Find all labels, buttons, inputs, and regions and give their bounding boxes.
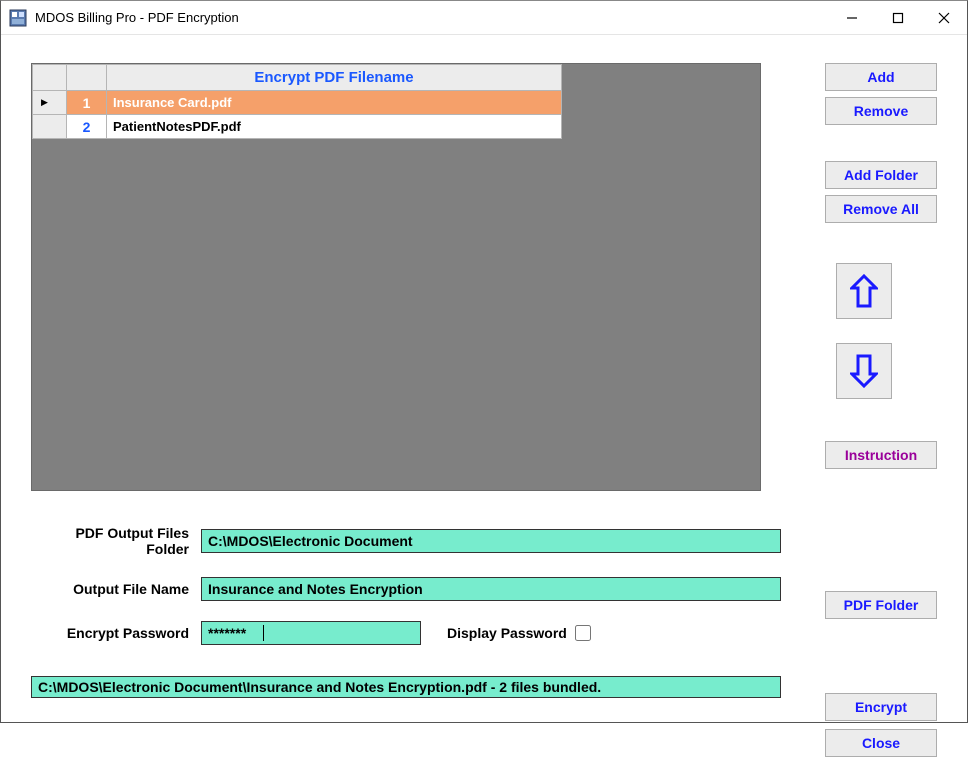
row-marker-icon xyxy=(33,115,67,139)
remove-button[interactable]: Remove xyxy=(825,97,937,125)
app-icon xyxy=(9,9,27,27)
close-button[interactable]: Close xyxy=(825,729,937,757)
minimize-button[interactable] xyxy=(829,1,875,34)
output-folder-field[interactable]: C:\MDOS\Electronic Document xyxy=(201,529,781,553)
grid-header-marker xyxy=(33,65,67,91)
file-grid[interactable]: Encrypt PDF Filename 1 Insurance Card.pd… xyxy=(31,63,761,491)
row-num: 2 xyxy=(67,115,107,139)
move-up-button[interactable] xyxy=(836,263,892,319)
instruction-button[interactable]: Instruction xyxy=(825,441,937,469)
window-controls xyxy=(829,1,967,34)
window-title: MDOS Billing Pro - PDF Encryption xyxy=(35,10,239,25)
display-password-label: Display Password xyxy=(447,625,567,641)
encrypt-button[interactable]: Encrypt xyxy=(825,693,937,721)
output-name-label: Output File Name xyxy=(31,581,201,597)
row-num: 1 xyxy=(67,91,107,115)
display-password-checkbox[interactable] xyxy=(575,625,591,641)
output-folder-label: PDF Output Files Folder xyxy=(31,525,201,557)
output-name-field[interactable]: Insurance and Notes Encryption xyxy=(201,577,781,601)
add-button[interactable]: Add xyxy=(825,63,937,91)
close-window-button[interactable] xyxy=(921,1,967,34)
grid-header-filename: Encrypt PDF Filename xyxy=(107,65,562,91)
password-label: Encrypt Password xyxy=(31,625,201,641)
app-window: MDOS Billing Pro - PDF Encryption xyxy=(0,0,968,723)
form-area: PDF Output Files Folder C:\MDOS\Electron… xyxy=(31,525,937,645)
titlebar: MDOS Billing Pro - PDF Encryption xyxy=(1,1,967,35)
row-filename: Insurance Card.pdf xyxy=(107,91,562,115)
client-area: Encrypt PDF Filename 1 Insurance Card.pd… xyxy=(1,35,967,722)
move-down-button[interactable] xyxy=(836,343,892,399)
status-bar: C:\MDOS\Electronic Document\Insurance an… xyxy=(31,676,781,698)
row-marker-icon xyxy=(33,91,67,115)
pdf-folder-button[interactable]: PDF Folder xyxy=(825,591,937,619)
password-field[interactable]: ******* xyxy=(201,621,421,645)
add-folder-button[interactable]: Add Folder xyxy=(825,161,937,189)
grid-row[interactable]: 2 PatientNotesPDF.pdf xyxy=(33,115,562,139)
row-filename: PatientNotesPDF.pdf xyxy=(107,115,562,139)
remove-all-button[interactable]: Remove All xyxy=(825,195,937,223)
maximize-button[interactable] xyxy=(875,1,921,34)
grid-header-row: Encrypt PDF Filename xyxy=(33,65,562,91)
grid-header-num xyxy=(67,65,107,91)
grid-row[interactable]: 1 Insurance Card.pdf xyxy=(33,91,562,115)
side-button-column: Add Remove Add Folder Remove All Instruc… xyxy=(791,63,937,491)
